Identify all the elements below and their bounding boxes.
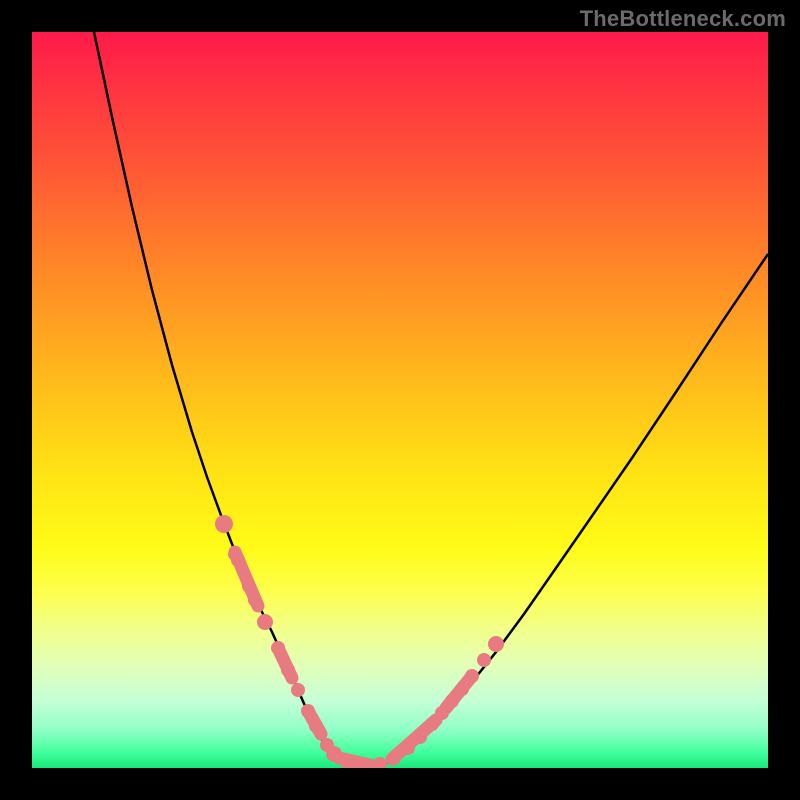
marker-dot	[387, 751, 401, 765]
chart-frame: TheBottleneck.com	[0, 0, 800, 800]
marker-dot	[373, 757, 387, 768]
marker-dot	[215, 515, 233, 533]
marker-dot	[488, 636, 504, 652]
marker-dot	[425, 717, 439, 731]
marker-dot	[248, 593, 262, 607]
marker-dot	[413, 730, 427, 744]
marker-dot	[301, 704, 315, 718]
watermark-text: TheBottleneck.com	[580, 6, 786, 32]
marker-dot	[242, 579, 256, 593]
marker-dot	[435, 706, 449, 720]
marker-dot	[271, 641, 285, 655]
marker-dot	[309, 719, 323, 733]
marker-dot	[231, 553, 245, 567]
marker-dot	[401, 741, 415, 755]
chart-svg	[32, 32, 768, 768]
marker-dot	[257, 614, 273, 630]
marker-dot	[477, 653, 491, 667]
marker-dot	[455, 682, 469, 696]
marker-dot	[281, 663, 295, 677]
marker-dot	[465, 669, 479, 683]
marker-dots	[215, 515, 504, 768]
plot-area	[32, 32, 768, 768]
marker-dot	[445, 694, 459, 708]
marker-dot	[291, 683, 305, 697]
marker-segments	[235, 552, 472, 766]
marker-dot	[326, 746, 342, 762]
bottleneck-curve	[94, 32, 768, 767]
